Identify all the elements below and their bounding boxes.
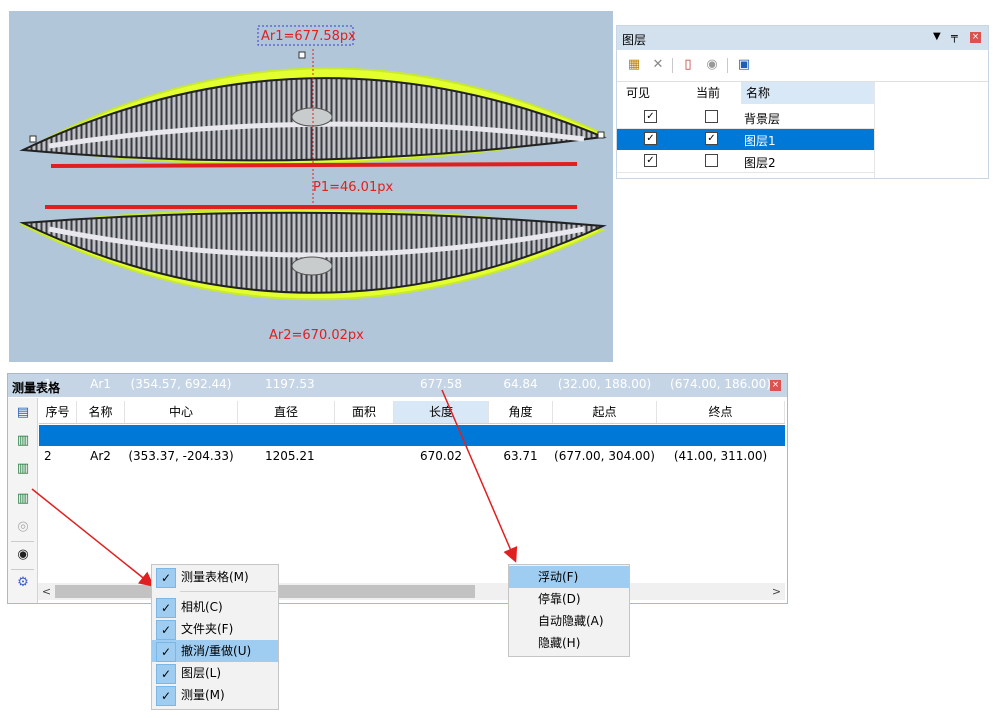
check-icon: ✓: [156, 620, 176, 640]
menu-item-measure-table[interactable]: ✓ 测量表格(M): [152, 566, 278, 588]
menu-item-float[interactable]: 浮动(F): [509, 566, 629, 588]
menu-item-camera[interactable]: ✓ 相机(C): [152, 596, 278, 618]
menu-item-undo-redo[interactable]: ✓ 撤消/重做(U): [152, 640, 278, 662]
check-icon: ✓: [156, 686, 176, 706]
check-icon: ✓: [156, 664, 176, 684]
menu-item-folder[interactable]: ✓ 文件夹(F): [152, 618, 278, 640]
dock-context-menu: 浮动(F) 停靠(D) 自动隐藏(A) 隐藏(H): [508, 564, 630, 657]
arrow-to-right-menu: [441, 389, 518, 563]
menu-item-layers[interactable]: ✓ 图层(L): [152, 662, 278, 684]
menu-item-measure[interactable]: ✓ 测量(M): [152, 684, 278, 706]
arrow-to-left-menu: [31, 488, 155, 587]
menu-item-hide[interactable]: 隐藏(H): [509, 632, 629, 654]
check-icon: ✓: [156, 598, 176, 618]
panels-context-menu: ✓ 测量表格(M) ✓ 相机(C) ✓ 文件夹(F) ✓ 撤消/重做(U) ✓ …: [151, 564, 279, 710]
menu-item-auto-hide[interactable]: 自动隐藏(A): [509, 610, 629, 632]
annotation-arrows: [31, 389, 518, 587]
check-icon: ✓: [156, 568, 176, 588]
check-icon: ✓: [156, 642, 176, 662]
menu-item-dock[interactable]: 停靠(D): [509, 588, 629, 610]
